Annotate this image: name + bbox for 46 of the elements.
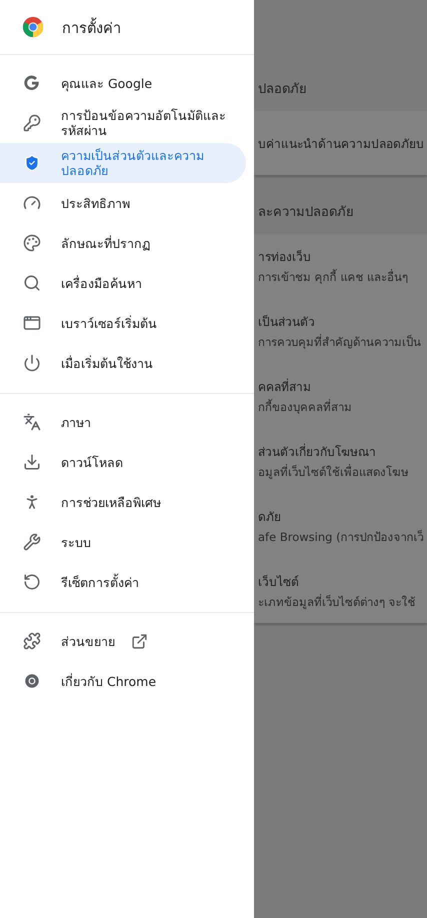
setting-title: ดภัย [258,508,282,526]
puzzle-icon [23,632,41,650]
menu-item[interactable]: ส่วนขยาย [0,621,246,661]
setting-title: ส่วนตัวเกี่ยวกับโฆษณา [258,442,377,460]
palette-icon [23,234,41,252]
browser-window-icon [23,314,41,332]
setting-description: afe Browsing (การปกป้องจากเว็ [258,528,425,546]
gauge-icon [23,194,41,212]
menu-item[interactable]: รีเซ็ตการตั้งค่า [0,562,246,602]
menu-item[interactable]: ประสิทธิภาพ [0,183,246,223]
menu-item[interactable]: ระบบ [0,522,246,562]
power-icon [23,354,41,372]
menu-item[interactable]: เบราว์เซอร์เริ่มต้น [0,303,246,343]
chrome-icon [23,672,41,690]
menu-item[interactable]: เมื่อเริ่มต้นใช้งาน [0,343,246,383]
setting-title: เป็นส่วนตัว [258,314,316,330]
menu-item[interactable]: ดาวน์โหลด [0,442,246,482]
section-title: ปลอดภัย [257,81,308,99]
setting-title: คคลที่สาม [258,378,312,396]
g-logo-icon [23,74,41,92]
setting-description: อมูลที่เว็บไซต์ใช้เพื่อแสดงโฆษ [258,463,410,480]
menu-item[interactable]: การช่วยเหลือพิเศษ [0,482,246,522]
setting-title: ารท่องเว็บ [258,248,312,266]
menu-item[interactable]: ความเป็นส่วนตัวและความปลอดภัย [0,143,246,183]
shield-icon [23,154,41,172]
translate-icon [23,413,41,431]
setting-description: การเข้าชม คุกกี้ แคช และอื่นๆ [258,268,409,286]
drawer-title: การตั้งค่า [62,16,121,38]
menu-item[interactable]: เครื่องมือค้นหา [0,263,246,303]
setting-title: เว็บไซต์ [258,574,300,590]
chrome-logo-icon [22,16,44,38]
menu-item[interactable]: เกี่ยวกับ Chrome [0,661,246,701]
setting-description: กกี้ของบุคคลที่สาม [258,398,353,416]
section-title: ละความปลอดภัย [257,204,355,222]
reset-icon [23,573,41,591]
setting-description: ะเภทข้อมูลที่เว็บไซต์ต่างๆ จะใช้ [258,593,417,610]
setting-title: บค่าแนะนำด้านความปลอดภัยบ [258,136,425,152]
setting-description: การควบคุมที่สำคัญด้านความเป็น [258,333,422,350]
menu-item[interactable]: คุณและ Google [0,63,246,103]
menu-item[interactable]: ภาษา [0,402,246,442]
key-icon [23,114,41,132]
search-icon [23,274,41,292]
download-icon [23,453,41,471]
wrench-icon [23,533,41,551]
menu-item[interactable]: ลักษณะที่ปรากฏ [0,223,246,263]
menu-item[interactable]: การป้อนข้อความอัตโนมัติและรหัสผ่าน [0,103,246,143]
